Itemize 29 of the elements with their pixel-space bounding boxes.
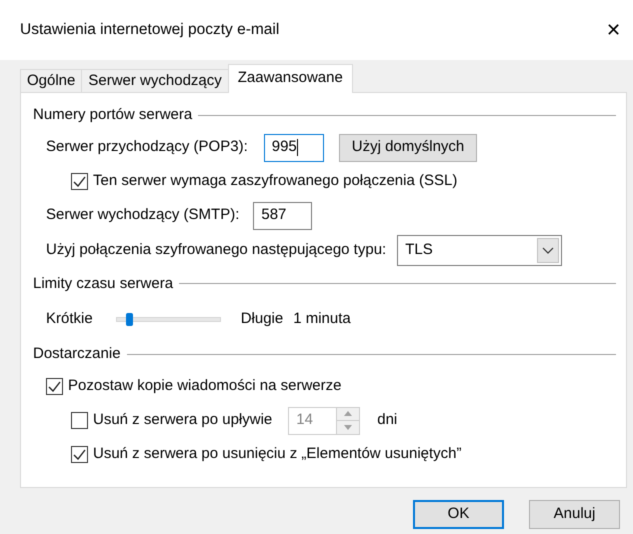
checkbox[interactable] xyxy=(71,446,88,463)
close-button[interactable]: ✕ xyxy=(602,21,625,39)
checkbox[interactable] xyxy=(71,173,88,190)
port-field[interactable]: 995 xyxy=(264,134,324,162)
dropdown[interactable]: TLS xyxy=(397,235,562,266)
field-label: Użyj połączenia szyfrowanego następującego typu: xyxy=(46,240,386,260)
checkbox[interactable] xyxy=(46,378,63,395)
dialog-button[interactable]: Anuluj xyxy=(529,500,620,529)
chevron-down-icon xyxy=(542,247,554,254)
tab[interactable]: Ogólne xyxy=(20,69,82,92)
section-title: Numery portów serwera xyxy=(33,105,192,125)
field-label: Serwer wychodzący (SMTP): xyxy=(46,205,240,226)
slider-label: Krótkie xyxy=(46,308,93,329)
tab[interactable]: Zaawansowane xyxy=(228,64,353,93)
checkbox-label: Ten serwer wymaga zaszyfrowanego połączenia (SSL) xyxy=(93,171,458,192)
checkbox-label: Usuń z serwera po usunięciu z „Elementów usuniętych” xyxy=(93,444,462,464)
checkbox-label: Pozostaw kopie wiadomości na serwerze xyxy=(68,376,342,396)
default-button[interactable]: Użyj domyślnych xyxy=(338,134,478,162)
dialog-button[interactable]: OK xyxy=(413,500,504,529)
field-label: Serwer przychodzący (POP3): xyxy=(46,137,248,158)
slider-thumb[interactable] xyxy=(126,312,134,326)
port-field[interactable]: 587 xyxy=(253,202,312,230)
timeout-reading: 1 minuta xyxy=(293,308,351,329)
section-title: Limity czasu serwera xyxy=(33,274,174,294)
checkbox-label: Usuń z serwera po upływie xyxy=(93,410,272,430)
section-title: Dostarczanie xyxy=(33,344,121,364)
unit-label: dni xyxy=(377,410,398,430)
slider-label: Długie xyxy=(240,308,284,329)
window-title: Ustawienia internetowej poczty e-mail xyxy=(20,20,280,40)
